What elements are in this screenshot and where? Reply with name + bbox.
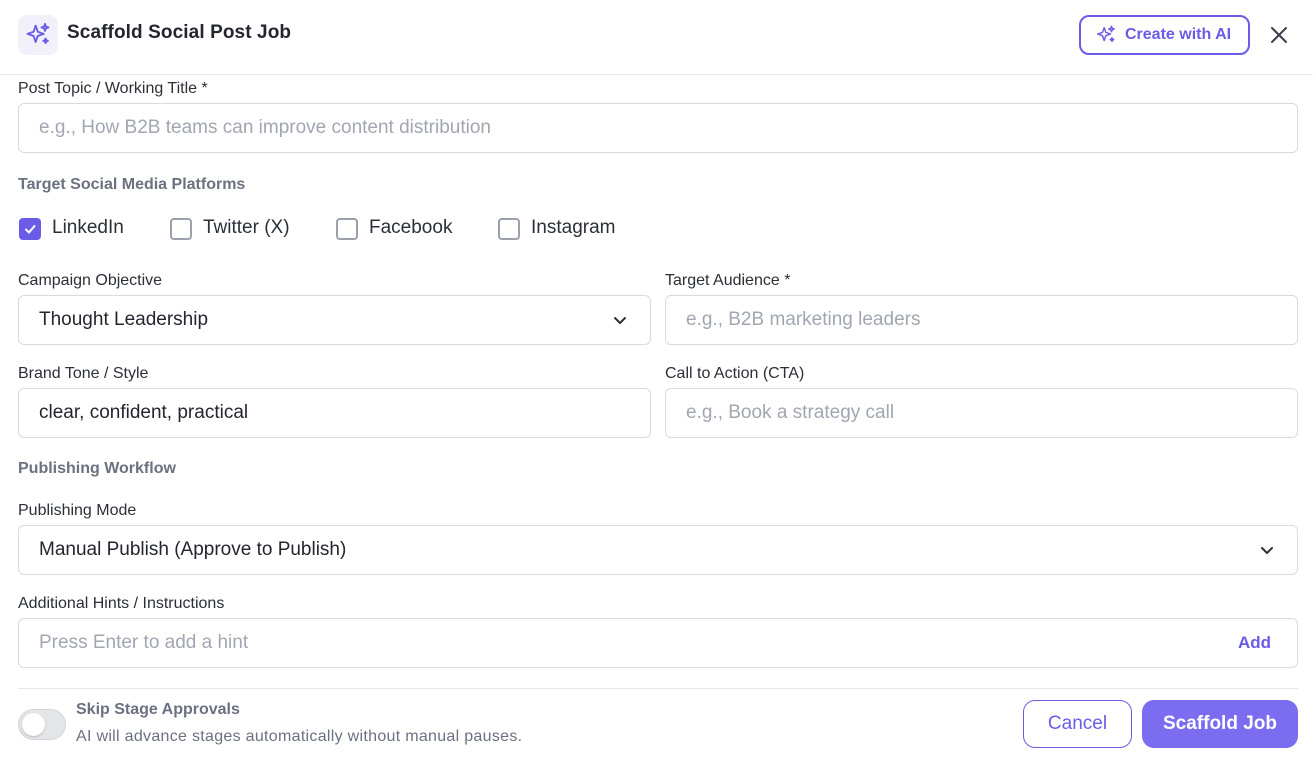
target-audience-input[interactable]: e.g., B2B marketing leaders (665, 295, 1298, 345)
sparkles-icon (1097, 25, 1115, 43)
hints-placeholder: Press Enter to add a hint (39, 632, 249, 653)
checkbox-label-linkedin[interactable]: LinkedIn (52, 217, 124, 239)
sparkles-icon (18, 15, 58, 55)
dialog-header: Scaffold Social Post Job Create with AI (0, 0, 1313, 75)
scaffold-job-button[interactable]: Scaffold Job (1142, 700, 1298, 748)
hints-label: Additional Hints / Instructions (18, 595, 225, 612)
publishing-workflow-title: Publishing Workflow (18, 460, 176, 477)
platforms-section-title: Target Social Media Platforms (18, 176, 246, 193)
checkbox-twitter[interactable] (170, 218, 192, 240)
checkbox-label-twitter[interactable]: Twitter (X) (203, 217, 290, 239)
skip-approvals-title: Skip Stage Approvals (76, 701, 240, 718)
publishing-mode-select[interactable]: Manual Publish (Approve to Publish) (18, 525, 1298, 575)
check-icon (25, 225, 36, 234)
checkbox-label-facebook[interactable]: Facebook (369, 217, 452, 239)
checkbox-label-instagram[interactable]: Instagram (531, 217, 615, 239)
cta-label: Call to Action (CTA) (665, 365, 805, 382)
cancel-button[interactable]: Cancel (1023, 700, 1132, 748)
checkbox-linkedin[interactable] (19, 218, 41, 240)
cta-input[interactable]: e.g., Book a strategy call (665, 388, 1298, 438)
campaign-objective-label: Campaign Objective (18, 272, 163, 289)
close-icon[interactable] (1266, 22, 1292, 48)
brand-tone-input[interactable]: clear, confident, practical (18, 388, 651, 438)
post-topic-input[interactable]: e.g., How B2B teams can improve content … (18, 103, 1298, 153)
hints-input[interactable]: Press Enter to add a hint Add (18, 618, 1298, 668)
chevron-down-icon (614, 317, 626, 324)
skip-approvals-description: AI will advance stages automatically wit… (76, 728, 523, 745)
campaign-objective-select[interactable]: Thought Leadership (18, 295, 651, 345)
campaign-objective-value: Thought Leadership (39, 309, 209, 330)
skip-approvals-toggle[interactable] (18, 709, 66, 740)
add-hint-button[interactable]: Add (1238, 633, 1271, 653)
footer-divider (18, 688, 1298, 689)
publishing-mode-value: Manual Publish (Approve to Publish) (39, 539, 347, 560)
post-topic-label: Post Topic / Working Title * (18, 80, 208, 97)
create-with-ai-button[interactable]: Create with AI (1079, 15, 1250, 55)
dialog-title: Scaffold Social Post Job (67, 22, 292, 43)
publishing-mode-label: Publishing Mode (18, 502, 137, 519)
brand-tone-label: Brand Tone / Style (18, 365, 149, 382)
checkbox-instagram[interactable] (498, 218, 520, 240)
toggle-knob (22, 713, 45, 736)
checkbox-facebook[interactable] (336, 218, 358, 240)
create-with-ai-label: Create with AI (1125, 26, 1232, 43)
target-audience-label: Target Audience * (665, 272, 791, 289)
chevron-down-icon (1261, 547, 1273, 554)
